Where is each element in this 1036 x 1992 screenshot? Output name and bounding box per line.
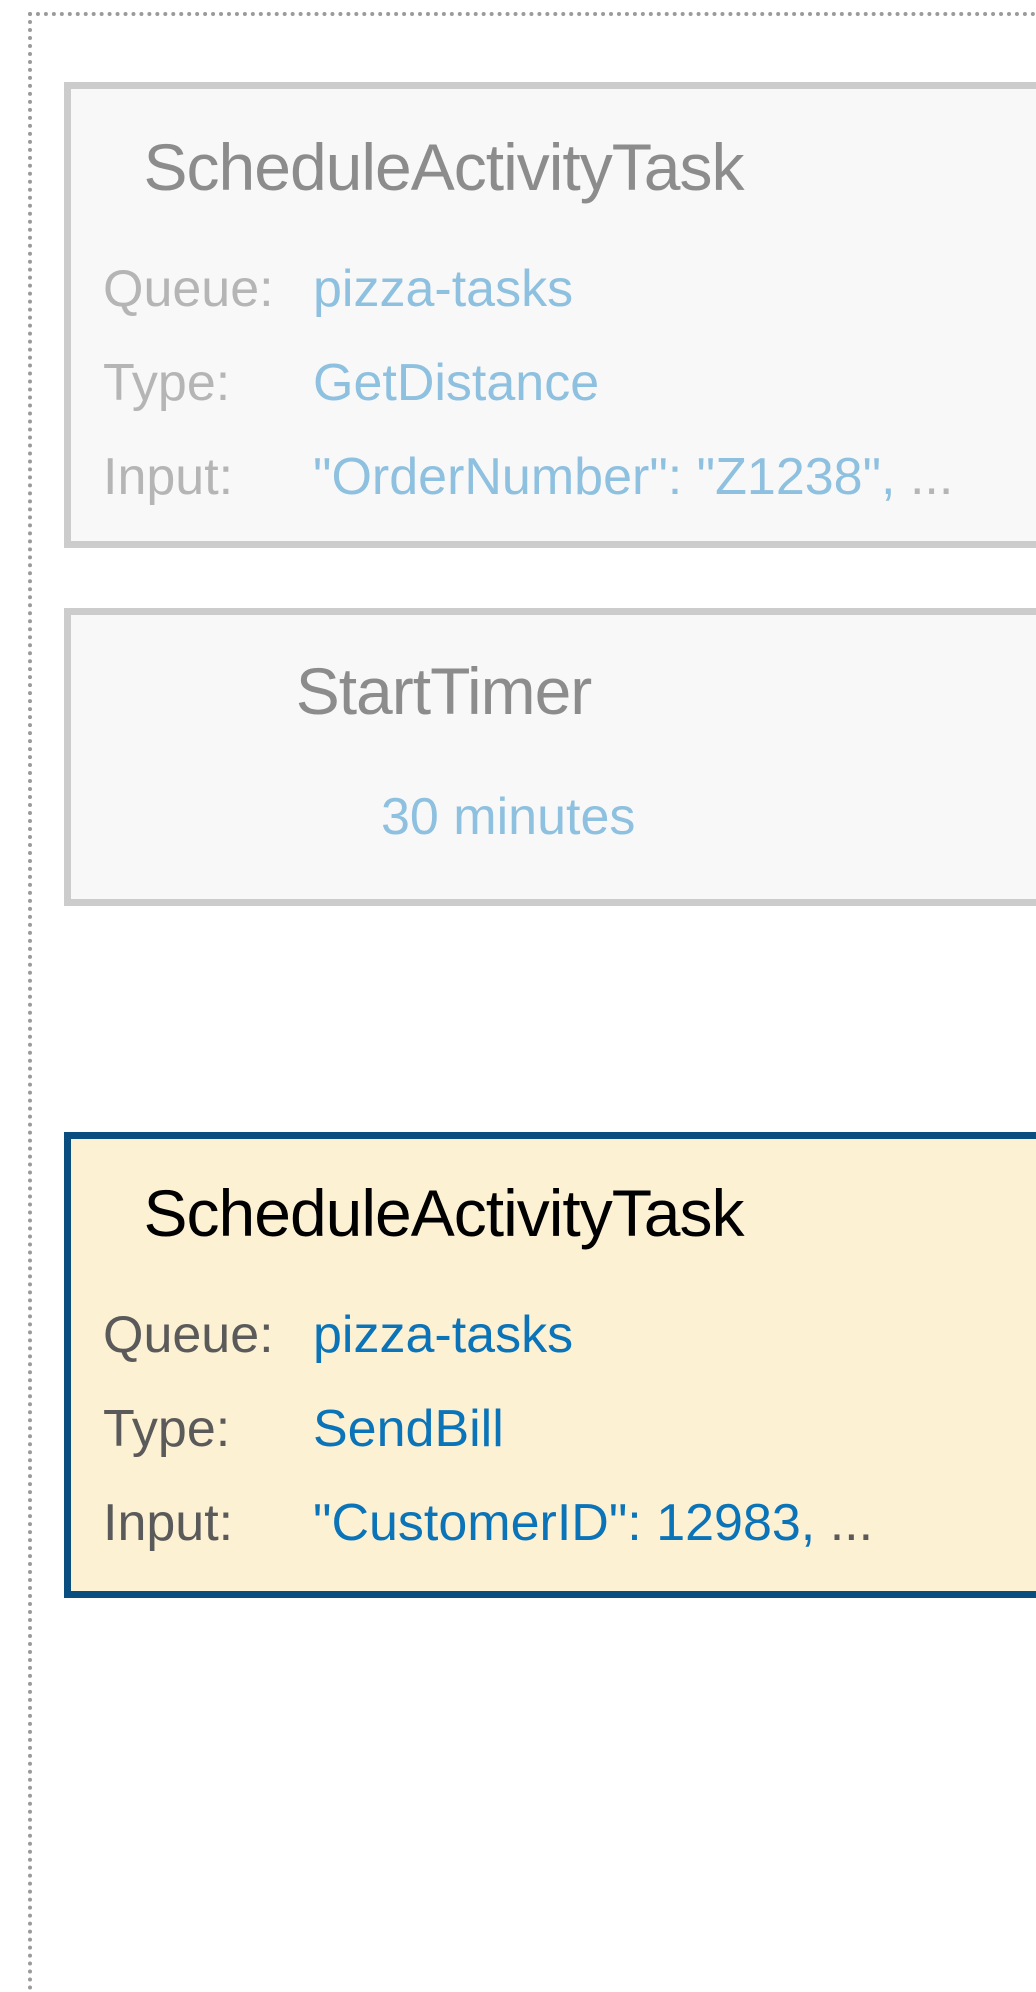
input-ellipsis: ... [815,1494,874,1552]
card-title: ScheduleActivityTask [143,130,745,204]
queue-label: Queue: [103,1306,274,1364]
command-card-schedule-get-distance[interactable]: ScheduleActivityTask Queue: pizza-tasks … [64,82,1036,548]
timer-duration: 30 minutes [381,788,636,846]
command-card-start-timer[interactable]: StartTimer 30 minutes [64,608,1036,906]
card-title: StartTimer [295,654,593,728]
input-value: "CustomerID": 12983, [313,1494,816,1552]
type-label: Type: [103,1400,231,1458]
input-ellipsis: ... [895,448,954,506]
queue-value: pizza-tasks [313,1306,574,1364]
command-card-schedule-send-bill[interactable]: ScheduleActivityTask Queue: pizza-tasks … [64,1132,1036,1598]
input-label: Input: [103,1494,234,1552]
input-value-group: "CustomerID": 12983, ... [313,1493,873,1553]
card-title: ScheduleActivityTask [143,1176,745,1250]
input-value: "OrderNumber": "Z1238", [313,448,896,506]
queue-label: Queue: [103,260,274,318]
type-label: Type: [103,354,231,412]
input-label: Input: [103,448,234,506]
queue-value: pizza-tasks [313,260,574,318]
input-value-group: "OrderNumber": "Z1238", ... [313,447,953,507]
type-value: GetDistance [313,354,600,412]
type-value: SendBill [313,1400,504,1458]
